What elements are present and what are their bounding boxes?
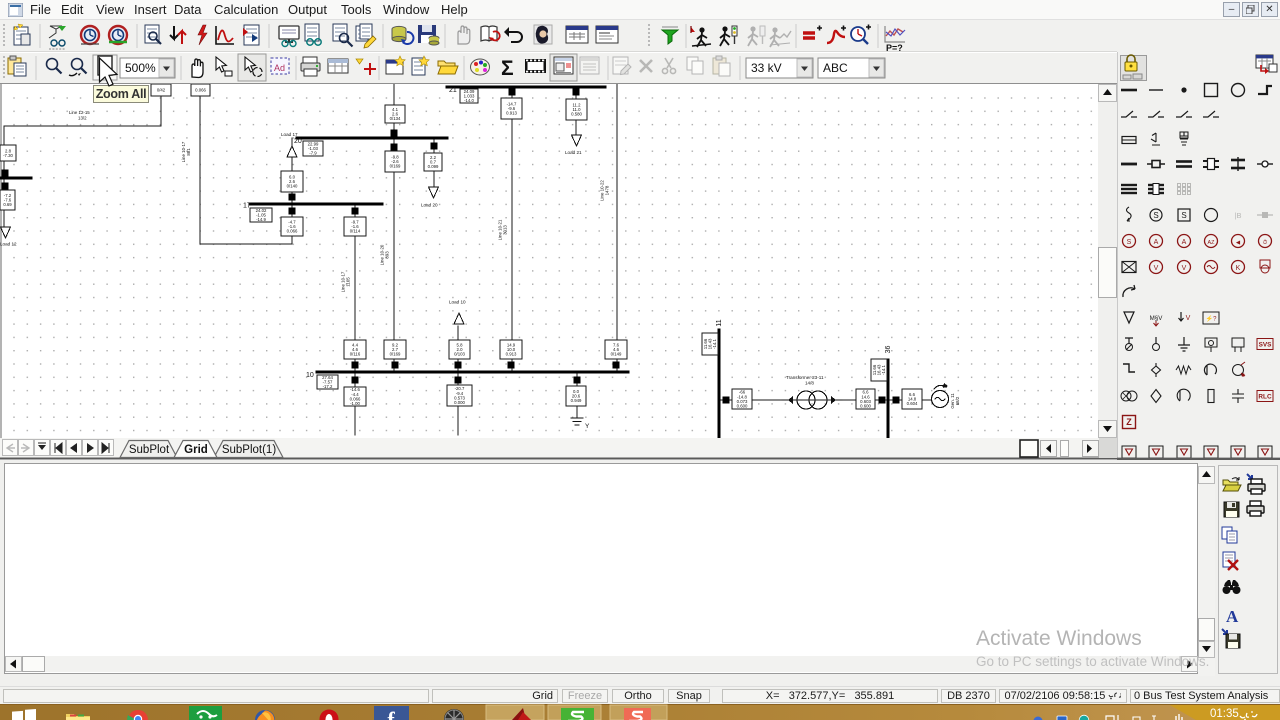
svg-text:0.913: 0.913 [506,111,517,116]
svg-text:-14.1: -14.1 [712,338,717,348]
svg-text:13/2: 13/2 [78,116,87,121]
svg-text:20: 20 [294,138,302,145]
svg-text:V: V [1154,265,1159,272]
svg-text:-14.0: -14.0 [464,98,474,103]
svg-text:K: K [1236,265,1241,272]
svg-text:RLC: RLC [1258,394,1272,401]
svg-text:-7.9: -7.9 [309,151,317,156]
svg-text:0/169: 0/169 [390,164,401,169]
svg-text:S: S [1153,211,1158,220]
svg-text:⏱: ⏱ [1263,240,1267,246]
svg-text:|B: |B [1235,211,1242,220]
svg-text:A: A [1154,239,1159,246]
svg-text:ABC: ABC [823,61,848,75]
svg-text:Load 17: Load 17 [281,132,298,137]
svg-text:-1.00: -1.00 [350,401,360,406]
svg-text:Load 12: Load 12 [0,242,17,247]
svg-text:3013: 3013 [503,225,508,235]
svg-text:0/134: 0/134 [390,116,401,121]
svg-text:0.000: 0.000 [454,400,465,405]
svg-text:V: V [1182,265,1187,272]
svg-text:0/149: 0/149 [611,352,622,357]
svg-text:A: A [1226,607,1239,626]
svg-text:10: 10 [306,372,314,379]
svg-text:1478: 1478 [605,185,610,195]
svg-text:0.949: 0.949 [571,398,582,403]
svg-text:SVS: SVS [1259,342,1273,349]
svg-text:893: 893 [385,251,390,259]
svg-text:-7.30: -7.30 [3,153,13,158]
svg-text:-14.1: -14.1 [881,364,886,374]
svg-text:1105: 1105 [346,277,351,287]
svg-text:S: S [1127,239,1132,246]
svg-text:◀: ◀ [1236,240,1240,246]
svg-text:68/2: 68/2 [955,396,960,405]
svg-text:500%: 500% [125,61,156,75]
svg-text:21: 21 [449,87,457,94]
svg-text:0.69: 0.69 [3,202,12,207]
svg-text:0.600: 0.600 [737,404,748,409]
svg-text:S: S [1181,211,1186,220]
svg-text:Σ: Σ [501,57,514,80]
svg-text:0.600: 0.600 [860,404,871,409]
svg-text:P=?: P=? [886,43,903,52]
svg-text:Load 21: Load 21 [565,150,582,155]
svg-text:17: 17 [243,203,251,210]
svg-text:0.099: 0.099 [428,164,439,169]
svg-text:Grid: Grid [184,444,208,456]
svg-text:14/8: 14/8 [805,381,814,386]
svg-text:Ad: Ad [274,63,285,73]
svg-text:Load 10: Load 10 [449,300,466,305]
svg-text:-14.9: -14.9 [256,217,266,222]
svg-text:A: A [1182,239,1187,246]
svg-text:0.580: 0.580 [571,112,582,117]
svg-text:f: f [387,707,395,720]
svg-text:33 kV: 33 kV [751,61,782,75]
svg-text:Y: Y [585,423,590,430]
svg-text:0/42: 0/42 [157,88,166,93]
svg-text:-17.2: -17.2 [323,384,333,389]
svg-text:0/140: 0/140 [287,184,298,189]
svg-text:0.066: 0.066 [195,88,206,93]
svg-text:Transformer 23-11: Transformer 23-11 [786,375,824,380]
svg-text:Line 12-15: Line 12-15 [69,110,90,115]
svg-text:0.604: 0.604 [907,401,918,406]
svg-text:0.913: 0.913 [506,352,517,357]
svg-text:0/103: 0/103 [454,352,465,357]
svg-text:M§V: M§V [1150,315,1164,322]
svg-text:881: 881 [186,148,191,156]
svg-text:⚡?: ⚡? [1206,315,1217,323]
svg-text:Load 20: Load 20 [421,203,438,208]
svg-text:36: 36 [885,346,892,354]
svg-text:SubPlot: SubPlot [129,444,170,456]
svg-text:AZ: AZ [1208,240,1216,246]
svg-text:0/116: 0/116 [350,352,361,357]
svg-text:0/114: 0/114 [350,229,361,234]
svg-text:01:35: 01:35 [1210,708,1239,720]
svg-text:SubPlot(1): SubPlot(1) [222,444,277,456]
svg-text:11: 11 [716,319,723,326]
svg-text:V: V [1186,315,1191,322]
svg-text:0/169: 0/169 [390,352,401,357]
svg-text:0.066: 0.066 [287,229,298,234]
svg-text:Z: Z [1126,417,1132,427]
